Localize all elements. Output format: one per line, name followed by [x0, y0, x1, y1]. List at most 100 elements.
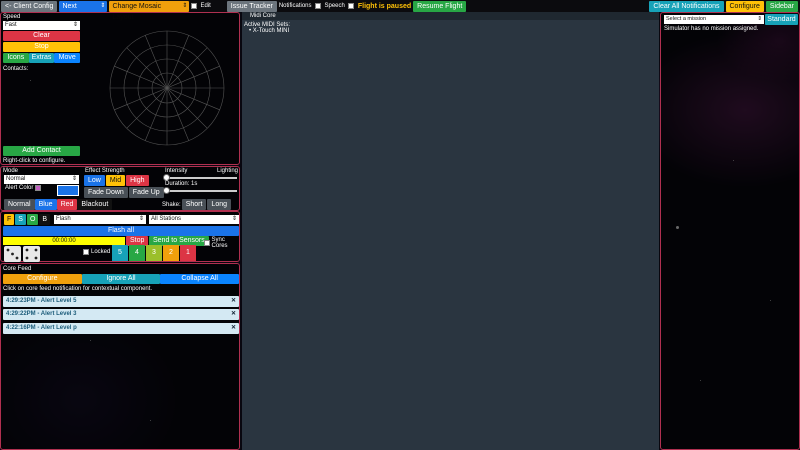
notifications-toggle[interactable]: Notifications	[279, 3, 323, 9]
sensor-grid[interactable]	[109, 30, 225, 146]
shake-label: Shake:	[162, 201, 181, 208]
locked-toggle[interactable]: Locked	[83, 249, 110, 255]
standard-button[interactable]: Standard	[765, 14, 798, 25]
edit-toggle[interactable]: Edit	[191, 3, 211, 9]
blue-button[interactable]: Blue	[34, 199, 57, 210]
fade-up-button[interactable]: Fade Up	[128, 187, 164, 198]
mission-select[interactable]: Select a mission ⇕	[664, 15, 764, 24]
notifications-label: Notifications	[278, 3, 312, 9]
feed-item-text: 4:22:16PM - Alert Level p	[6, 325, 77, 331]
stations-select[interactable]: All Stations ⇕	[149, 215, 239, 224]
color-swatch[interactable]	[57, 185, 79, 196]
mode-value: Normal	[6, 176, 26, 182]
next-select-value: Next	[62, 2, 77, 10]
alert-color-checkbox[interactable]	[35, 185, 42, 191]
client-config-button[interactable]: <- Client Config	[1, 0, 58, 12]
feed-item-text: 4:29:22PM - Alert Level 3	[6, 311, 77, 317]
sync-cores-checkbox[interactable]	[204, 240, 210, 246]
sensors-panel: Speed Fast ⇕ Clear Stop Icons Extras Mov…	[0, 12, 240, 165]
stop-button[interactable]: Stop	[3, 42, 80, 52]
effect-select[interactable]: Flash ⇕	[54, 215, 146, 224]
layout-select[interactable]: Change Mosaic Layout ⇕	[109, 0, 190, 21]
edit-label: Edit	[200, 3, 211, 9]
add-contact-button[interactable]: Add Contact	[3, 146, 80, 156]
midi-set-item[interactable]: • X-Touch MINI	[244, 28, 657, 34]
b-button[interactable]: B	[39, 214, 51, 225]
f-button[interactable]: F	[4, 214, 15, 225]
speech-toggle[interactable]: Speech	[325, 3, 356, 9]
stations-panel: F S O B Flash ⇕ All Stations ⇕ Flash all…	[0, 211, 240, 262]
feed-item[interactable]: 4:22:16PM - Alert Level p ✕	[3, 323, 239, 334]
speed-select[interactable]: Fast ⇕	[3, 21, 80, 30]
sidebar-button[interactable]: Sidebar	[765, 0, 798, 12]
icons-button[interactable]: Icons	[3, 53, 29, 63]
station-filter-group: F S O B	[4, 214, 51, 225]
number-button-3[interactable]: 3	[146, 245, 162, 261]
countdown-buttons: 5 4 3 2 1	[112, 245, 196, 261]
flash-all-button[interactable]: Flash all	[3, 226, 239, 236]
mission-select-value: Select a mission	[666, 16, 707, 22]
intensity-slider-knob[interactable]	[163, 174, 170, 181]
speed-title: Speed	[3, 14, 21, 20]
number-button-1[interactable]: 1	[180, 245, 196, 261]
timer-display: 00:00:00	[3, 237, 125, 245]
clear-button[interactable]: Clear	[3, 31, 80, 41]
mid-button[interactable]: Mid	[105, 175, 126, 186]
resume-flight-button[interactable]: Resume Flight	[413, 0, 467, 12]
lighting-panel: Mode Normal ⇕ Alert Color Effect Strengt…	[0, 166, 240, 211]
duration-slider-knob[interactable]	[163, 187, 170, 194]
close-icon[interactable]: ✕	[231, 296, 236, 307]
mode-select[interactable]: Normal ⇕	[4, 175, 79, 184]
speed-value: Fast	[5, 22, 17, 28]
next-select[interactable]: Next ⇕	[59, 0, 108, 12]
feed-item[interactable]: 4:29:23PM - Alert Level 5 ✕	[3, 296, 239, 307]
mode-title: Mode	[3, 168, 19, 174]
notifications-checkbox[interactable]	[314, 3, 321, 9]
move-button[interactable]: Move	[54, 53, 81, 63]
shake-long-button[interactable]: Long	[207, 199, 231, 210]
blackout-button[interactable]: Blackout	[77, 199, 113, 210]
alert-color-toggle[interactable]: Alert Color	[5, 185, 43, 191]
sync-cores-toggle[interactable]: Sync Cores	[204, 237, 239, 249]
effect-value: Flash	[56, 216, 71, 222]
duration-slider[interactable]	[165, 190, 237, 192]
lighting-title: Lighting	[217, 168, 239, 174]
close-icon[interactable]: ✕	[231, 309, 236, 320]
dice-icon[interactable]	[4, 246, 40, 262]
core-feed-configure-button[interactable]: Configure	[3, 274, 82, 284]
collapse-all-button[interactable]: Collapse All	[160, 274, 240, 284]
configure-button[interactable]: Configure	[725, 0, 764, 12]
ignore-all-button[interactable]: Ignore All	[81, 274, 161, 284]
sensor-tools: Icons Extras Move	[3, 53, 81, 63]
clear-notifications-button[interactable]: Clear All Notifications	[649, 0, 724, 12]
flight-paused-status: Flight is paused	[357, 2, 412, 10]
fade-down-button[interactable]: Fade Down	[84, 187, 128, 198]
intensity-slider[interactable]	[165, 177, 237, 179]
high-button[interactable]: High	[126, 175, 149, 186]
speech-checkbox[interactable]	[347, 3, 354, 9]
chevron-updown-icon: ⇕	[138, 216, 144, 222]
issue-tracker-button[interactable]: Issue Tracker	[226, 0, 277, 12]
close-icon[interactable]: ✕	[231, 323, 236, 334]
number-button-2[interactable]: 2	[163, 245, 179, 261]
midi-sets: Active MIDI Sets: • X-Touch MINI	[242, 20, 659, 36]
normal-button[interactable]: Normal	[4, 199, 35, 210]
sync-cores-label: Sync Cores	[211, 237, 228, 249]
locked-checkbox[interactable]	[83, 249, 89, 255]
number-button-5[interactable]: 5	[112, 245, 128, 261]
edit-checkbox[interactable]	[191, 3, 198, 9]
number-button-4[interactable]: 4	[129, 245, 145, 261]
midi-set-name: X-Touch MINI	[252, 28, 290, 34]
effect-strength-group: Low Mid High	[84, 175, 149, 186]
shake-short-button[interactable]: Short	[181, 199, 207, 210]
core-feed-hint: Click on core feed notification for cont…	[3, 286, 153, 292]
contacts-label: Contacts:	[3, 66, 29, 72]
s-button[interactable]: S	[15, 214, 26, 225]
extras-button[interactable]: Extras	[28, 53, 55, 63]
configure-hint: Right-click to configure.	[3, 158, 66, 164]
core-feed-panel: Core Feed Configure Ignore All Collapse …	[0, 263, 240, 450]
red-button[interactable]: Red	[56, 199, 78, 210]
o-button[interactable]: O	[26, 214, 39, 225]
feed-item[interactable]: 4:29:22PM - Alert Level 3 ✕	[3, 309, 239, 320]
low-button[interactable]: Low	[84, 175, 105, 186]
